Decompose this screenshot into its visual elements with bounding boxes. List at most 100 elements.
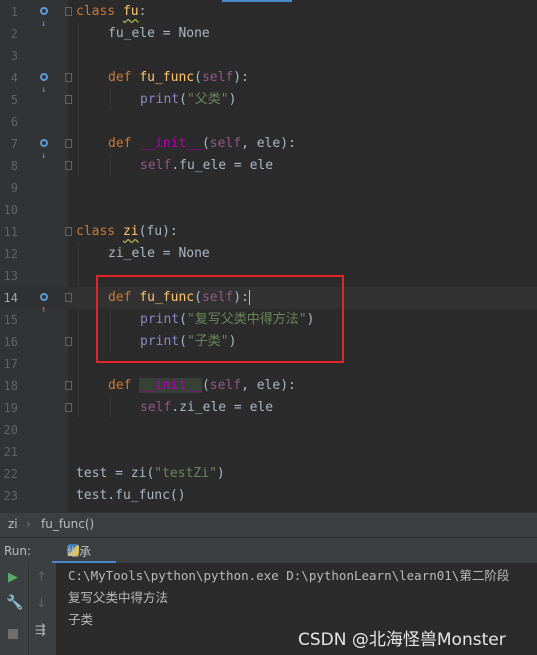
fold-end-icon[interactable]	[65, 95, 72, 104]
line-number: 9	[10, 181, 18, 195]
run-tab[interactable]: 继承	[52, 538, 116, 564]
gutter-cell: 6	[0, 111, 68, 133]
code-text: class zi(fu):	[76, 224, 178, 239]
gutter-cell: 11	[0, 221, 72, 243]
code-line-1[interactable]: 1 ↓ class fu:	[0, 1, 537, 29]
line-number: 3	[10, 49, 18, 63]
line-number: 18	[3, 379, 18, 393]
code-line-3[interactable]: 3	[0, 45, 537, 67]
gutter-cell: 1 ↓	[0, 1, 72, 29]
overridden-down-icon[interactable]: ↓	[40, 72, 54, 95]
line-number: 2	[10, 27, 18, 41]
code-line-8[interactable]: 8 self.fu_ele = ele	[0, 155, 537, 177]
code-line-2[interactable]: 2 fu_ele = None	[0, 23, 537, 45]
fold-icon[interactable]	[65, 7, 72, 16]
fold-end-icon[interactable]	[65, 337, 72, 346]
code-line-22[interactable]: 22 test = zi("testZi")	[0, 463, 537, 485]
gutter-cell: 10	[0, 199, 68, 221]
gutter-cell: 14 ↑	[0, 287, 72, 315]
gutter-cell: 16	[0, 331, 72, 353]
run-label: Run:	[4, 544, 32, 558]
overrides-up-icon[interactable]: ↑	[40, 292, 54, 315]
code-line-19[interactable]: 19 self.zi_ele = ele	[0, 397, 537, 419]
line-number: 17	[3, 357, 18, 371]
code-text: self.zi_ele = ele	[140, 400, 274, 415]
implemented-down-icon[interactable]: ↓	[40, 6, 54, 29]
line-number: 11	[3, 225, 18, 239]
stop-icon[interactable]	[8, 629, 18, 639]
wrench-icon[interactable]: 🔧	[6, 595, 23, 611]
breadcrumb-class[interactable]: zi	[8, 517, 18, 531]
code-text: def __init__(self, ele):	[108, 378, 296, 393]
gutter-cell: 2	[0, 23, 68, 45]
run-side-toolbar: ▶ 🔧	[0, 563, 28, 655]
line-number: 12	[3, 247, 18, 261]
code-line-20[interactable]: 20	[0, 419, 537, 441]
gutter-cell: 20	[0, 419, 68, 441]
line-number: 15	[3, 313, 18, 327]
gutter-cell: 17	[0, 353, 68, 375]
gutter-cell: 4 ↓	[0, 67, 72, 95]
code-text: def __init__(self, ele):	[108, 136, 296, 151]
code-text: fu_ele = None	[108, 26, 210, 41]
gutter-cell: 13	[0, 265, 68, 287]
code-line-5[interactable]: 5 print("父类")	[0, 89, 537, 111]
output-line-2: 复写父类中得方法	[68, 590, 169, 605]
gutter-cell: 22	[0, 463, 68, 485]
code-line-4[interactable]: 4 ↓ def fu_func(self):	[0, 67, 537, 95]
fold-icon[interactable]	[65, 227, 72, 236]
arrow-up-icon[interactable]: ↑	[36, 570, 47, 585]
output-line-1: C:\MyTools\python\python.exe D:\pythonLe…	[68, 568, 510, 583]
line-number: 22	[3, 467, 18, 481]
gutter-cell: 19	[0, 397, 72, 419]
gutter-cell: 3	[0, 45, 68, 67]
line-number: 20	[3, 423, 18, 437]
run-toolbar: Run: 继承	[0, 537, 537, 564]
gutter-cell: 23	[0, 485, 68, 507]
line-number: 19	[3, 401, 18, 415]
line-number: 8	[10, 159, 18, 173]
code-text: test = zi("testZi")	[76, 466, 225, 481]
gutter-cell: 12	[0, 243, 68, 265]
line-number: 1	[10, 5, 18, 19]
line-number: 21	[3, 445, 18, 459]
code-line-9[interactable]: 9	[0, 177, 537, 199]
fold-end-icon[interactable]	[65, 403, 72, 412]
code-line-18[interactable]: 18 def __init__(self, ele):	[0, 375, 537, 397]
fold-icon[interactable]	[65, 139, 72, 148]
code-editor[interactable]: 1 ↓ class fu: 2 fu_ele = None 3 4 ↓ def …	[0, 0, 537, 512]
run-tab-label: 继承	[67, 545, 92, 559]
fold-icon[interactable]	[65, 73, 72, 82]
line-number: 16	[3, 335, 18, 349]
code-line-6[interactable]: 6	[0, 111, 537, 133]
fold-end-icon[interactable]	[65, 161, 72, 170]
breadcrumb-method[interactable]: fu_func()	[41, 517, 94, 531]
output-line-3: 子类	[68, 612, 94, 627]
fold-icon[interactable]	[65, 381, 72, 390]
overridden-down-icon[interactable]: ↓	[40, 138, 54, 161]
line-number: 10	[3, 203, 18, 217]
code-line-23[interactable]: 23 test.fu_func()	[0, 485, 537, 507]
code-line-7[interactable]: 7 ↓ def __init__(self, ele):	[0, 133, 537, 161]
rerun-icon[interactable]: ▶	[8, 570, 18, 585]
highlight-box	[96, 275, 344, 363]
line-number: 14	[3, 291, 18, 305]
soft-wrap-icon[interactable]: ⇶	[35, 623, 46, 638]
code-line-21[interactable]: 21	[0, 441, 537, 463]
code-text: zi_ele = None	[108, 246, 210, 261]
breadcrumb: zi › fu_func()	[0, 512, 537, 537]
code-line-12[interactable]: 12 zi_ele = None	[0, 243, 537, 265]
code-line-10[interactable]: 10	[0, 199, 537, 221]
code-line-11[interactable]: 11 class zi(fu):	[0, 221, 537, 243]
line-number: 4	[10, 71, 18, 85]
code-text: def fu_func(self):	[108, 70, 249, 85]
code-text: print("父类")	[140, 92, 237, 107]
arrow-down-icon[interactable]: ↓	[36, 596, 47, 611]
code-text: test.fu_func()	[76, 488, 186, 503]
line-number: 13	[3, 269, 18, 283]
watermark: CSDN @北海怪兽Monster	[298, 630, 506, 650]
line-number: 5	[10, 93, 18, 107]
run-side-toolbar-2: ↑ ↓ ⇶	[28, 563, 56, 655]
fold-icon[interactable]	[65, 293, 72, 302]
breadcrumb-separator: ›	[26, 517, 31, 531]
